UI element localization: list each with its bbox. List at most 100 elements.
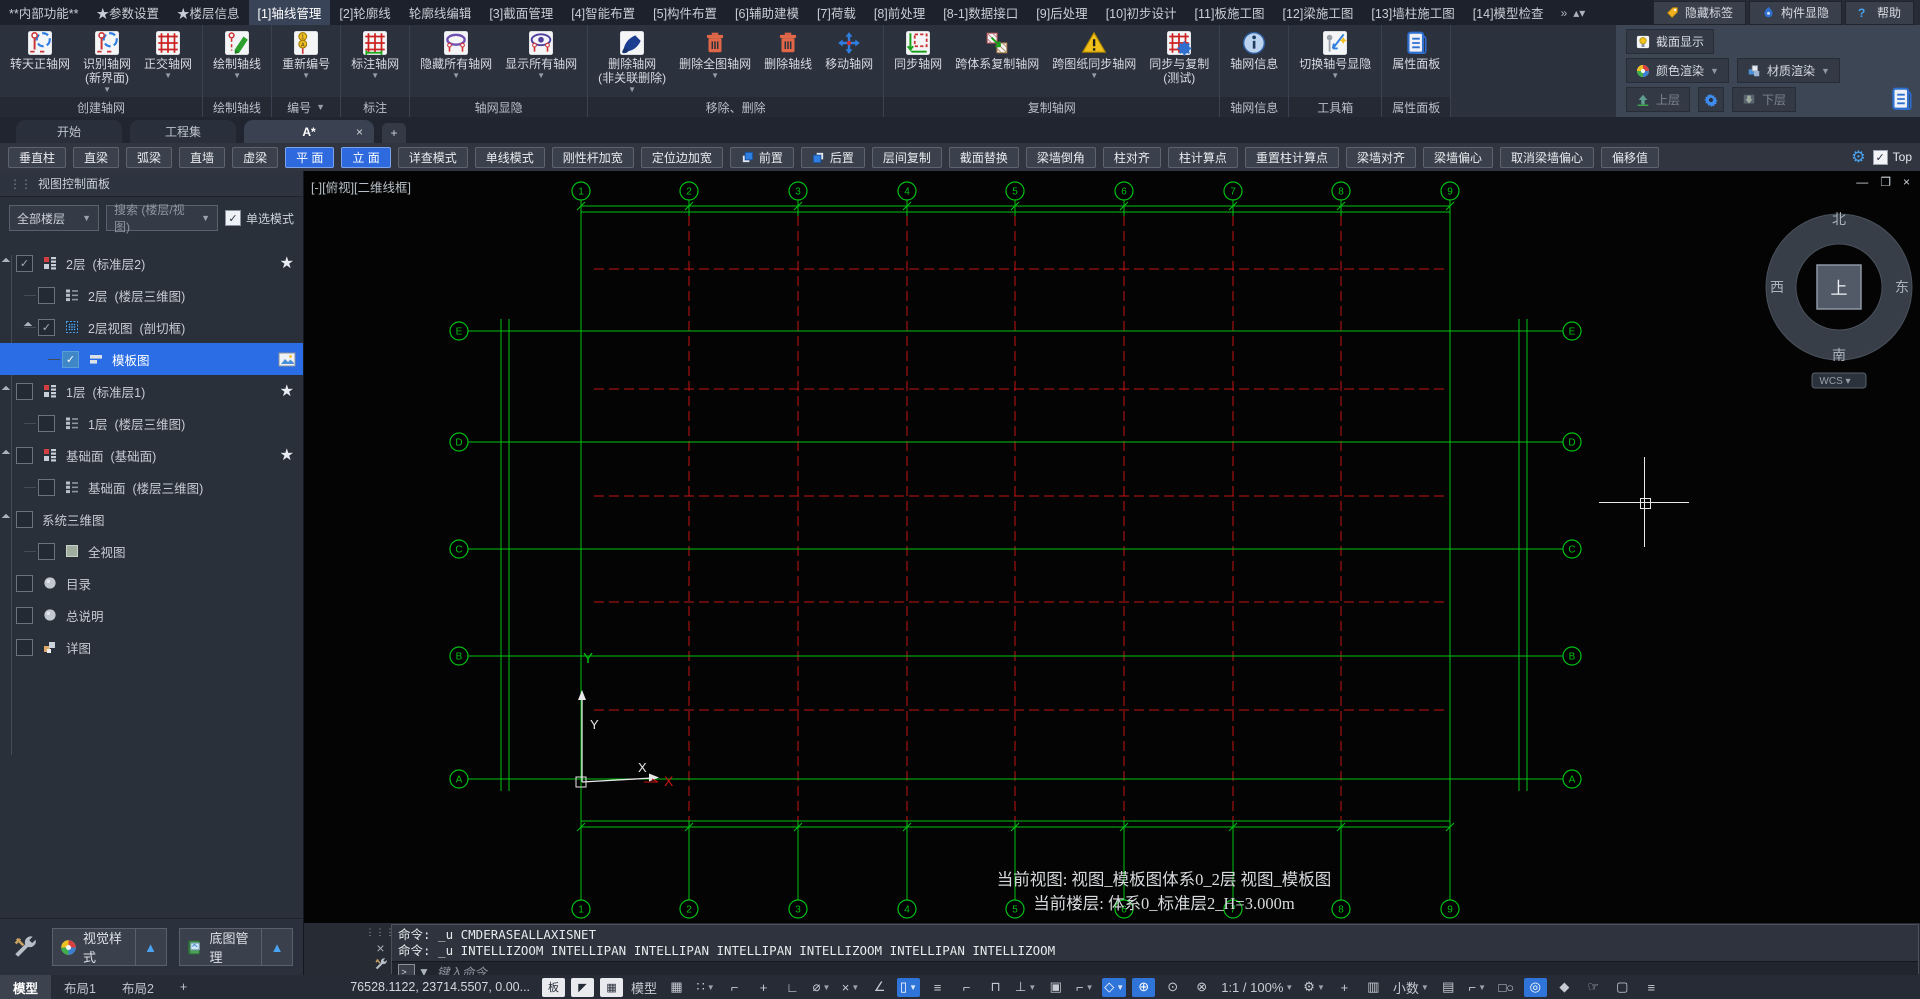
move-grid[interactable]: 移动轴网 <box>820 29 878 73</box>
tree-item-foundation[interactable]: 基础面(基础面)★ <box>0 439 303 471</box>
cancel-beam-wall-offset[interactable]: 取消梁墙偏心 <box>1500 147 1594 168</box>
tree-checkbox[interactable] <box>16 607 33 624</box>
ruler-icon[interactable]: ▥ <box>1362 978 1385 997</box>
angle-icon[interactable]: ∠ <box>868 978 891 997</box>
menu-item-10[interactable]: [7]荷载 <box>808 0 865 25</box>
renumber[interactable]: 1A重新编号▼ <box>277 29 335 80</box>
toolbar-gear-icon[interactable]: ⚙ <box>1851 147 1865 167</box>
floor-filter-select[interactable]: 全部楼层 ▼ <box>9 205 99 231</box>
scale-sync-icon[interactable]: ⌐▼ <box>1073 978 1096 997</box>
plan-view[interactable]: 平 面 <box>285 147 334 168</box>
material-render-button[interactable]: 材质渲染 ▼ <box>1737 58 1840 83</box>
tree-checkbox[interactable] <box>16 447 33 464</box>
menu-item-2[interactable]: ★楼层信息 <box>168 0 249 25</box>
help-button[interactable]: ?帮助 <box>1845 1 1914 25</box>
settings-icon[interactable]: ⚙▼ <box>1301 978 1327 997</box>
favorite-star-icon[interactable]: ★ <box>280 445 294 465</box>
elevation-view[interactable]: 立 面 <box>341 147 390 168</box>
menu-item-1[interactable]: ★参数设置 <box>87 0 168 25</box>
osnap-alt2-icon[interactable]: ⊗ <box>1190 978 1213 997</box>
hand-select-icon[interactable]: ☞ <box>1582 978 1605 997</box>
minimize-icon[interactable]: — <box>1856 175 1868 189</box>
tree-checkbox[interactable]: ✓ <box>16 255 33 272</box>
search-input[interactable]: 搜索 (楼层/视图) ▼ <box>106 205 218 231</box>
favorite-star-icon[interactable]: ★ <box>280 381 294 401</box>
column-calc-point[interactable]: 柱计算点 <box>1168 147 1238 168</box>
properties-icon[interactable]: ▤ <box>1437 978 1460 997</box>
sync-grid[interactable]: 同步轴网 <box>889 29 947 73</box>
tree-item-floor-2-3d[interactable]: 2层(楼层三维图) <box>0 279 303 311</box>
scale-label[interactable]: 1:1 / 100%▼ <box>1219 978 1295 997</box>
offset-value[interactable]: 偏移值 <box>1601 147 1659 168</box>
tree-item-catalog[interactable]: 目录 <box>0 567 303 599</box>
selection-cycle-icon[interactable]: ⌐ <box>955 978 978 997</box>
preview-image-icon[interactable]: ▦ <box>600 978 623 997</box>
menu-item-4[interactable]: [2]轮廓线 <box>330 0 399 25</box>
expander-icon[interactable] <box>24 322 32 330</box>
snap-3d-icon[interactable]: ⊓ <box>984 978 1007 997</box>
cross-sheet-sync-grid[interactable]: 跨图纸同步轴网▼ <box>1047 29 1141 80</box>
close-icon[interactable]: × <box>376 940 384 956</box>
tree-checkbox[interactable] <box>38 287 55 304</box>
lower-floor-button[interactable]: 下层 <box>1732 87 1796 112</box>
close-icon[interactable]: × <box>1903 175 1910 189</box>
layout-tab-3[interactable]: + <box>167 975 200 999</box>
tree-item-floor-1-3d[interactable]: 1层(楼层三维图) <box>0 407 303 439</box>
view-control-panel-header[interactable]: ⋮⋮ 视图控制面板 <box>0 171 303 197</box>
detail-mode[interactable]: 详查模式 <box>398 147 468 168</box>
delete-grid-nonassoc[interactable]: 删除轴网 (非关联删除)▼ <box>593 29 671 94</box>
chevrons-right-icon[interactable]: » <box>1561 6 1568 20</box>
locate-edge-widen[interactable]: 定位边加宽 <box>641 147 723 168</box>
hide-label-button[interactable]: 隐藏标签 <box>1653 1 1746 25</box>
transparency-icon[interactable]: ≡ <box>926 978 949 997</box>
clean-screen-icon[interactable]: ◎ <box>1524 978 1547 997</box>
tree-item-foundation-3d[interactable]: 基础面(楼层三维图) <box>0 471 303 503</box>
object-tracking-icon[interactable]: ×▼ <box>839 978 862 997</box>
tree-item-template-drawing[interactable]: ✓模板图 <box>0 343 303 375</box>
crosshair-icon[interactable]: + <box>1333 978 1356 997</box>
tree-checkbox[interactable]: ✓ <box>62 351 79 368</box>
ortho-icon[interactable]: ∟ <box>781 978 804 997</box>
menu-icon[interactable]: ≡ <box>1640 978 1663 997</box>
slab-badge[interactable]: 板 <box>542 978 565 997</box>
menu-item-8[interactable]: [5]构件布置 <box>644 0 726 25</box>
send-back[interactable]: 后置 <box>801 147 865 168</box>
basemap-manage-button[interactable]: 底图管理▲ <box>179 928 294 966</box>
beam-wall-offset[interactable]: 梁墙偏心 <box>1423 147 1493 168</box>
show-all-grids[interactable]: 显示所有轴网▼ <box>500 29 582 80</box>
preview-image-icon[interactable] <box>278 352 296 367</box>
menu-item-5[interactable]: 轮廓线编辑 <box>400 0 481 25</box>
reset-column-calc-point[interactable]: 重置柱计算点 <box>1245 147 1339 168</box>
tree-checkbox[interactable] <box>38 479 55 496</box>
single-select-checkbox[interactable]: ✓ 单选模式 <box>225 210 294 227</box>
point-input-icon[interactable]: + <box>752 978 775 997</box>
view-cube-compass[interactable]: 北西东南上WCS ▾ <box>1759 197 1919 397</box>
section-replace[interactable]: 截面替换 <box>949 147 1019 168</box>
workspace-icon[interactable]: ⌐▼ <box>1466 978 1489 997</box>
straight-beam[interactable]: 直梁 <box>73 147 119 168</box>
osnap-icon[interactable]: ⊕ <box>1132 978 1155 997</box>
menu-item-11[interactable]: [8]前处理 <box>865 0 934 25</box>
component-visibility-button[interactable]: 构件显隐 <box>1749 1 1842 25</box>
convert-tianzheng-grid[interactable]: 转天正轴网 <box>5 29 75 73</box>
bring-front[interactable]: 前置 <box>730 147 794 168</box>
layout-tab-2[interactable]: 布局2 <box>109 975 167 999</box>
menu-item-13[interactable]: [9]后处理 <box>1027 0 1096 25</box>
top-view-checkbox[interactable]: ✓ Top <box>1873 150 1912 165</box>
tree-item-floor-2[interactable]: ✓2层(标准层2)★ <box>0 247 303 279</box>
tree-checkbox[interactable] <box>38 543 55 560</box>
expander-icon[interactable] <box>2 450 10 458</box>
grid-info[interactable]: 轴网信息 <box>1225 29 1283 73</box>
model-space-label[interactable]: 模型 <box>629 978 659 997</box>
new-tab-button[interactable]: + <box>382 123 406 143</box>
menu-item-16[interactable]: [12]梁施工图 <box>1273 0 1362 25</box>
expander-icon[interactable] <box>2 386 10 394</box>
upper-floor-button[interactable]: 上层 <box>1626 87 1690 112</box>
tree-item-system-3d[interactable]: 系统三维图 <box>0 503 303 535</box>
layout-tab-1[interactable]: 布局1 <box>51 975 109 999</box>
expand-up-icon[interactable]: ▲ <box>135 929 166 965</box>
ucs-icon[interactable]: ⊥▼ <box>1013 978 1038 997</box>
virtual-beam[interactable]: 虚梁 <box>232 147 278 168</box>
doc-tab-0[interactable]: 开始 <box>16 120 122 143</box>
panel-collapse-icon[interactable]: ▴▾ <box>1573 6 1585 20</box>
